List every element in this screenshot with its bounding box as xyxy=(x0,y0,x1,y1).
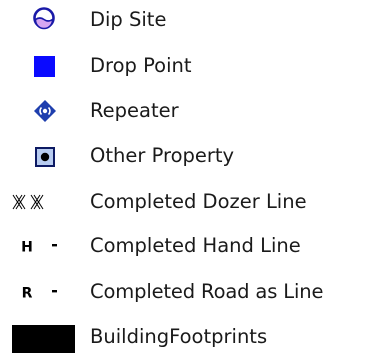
legend-item-completed-road-as-line: R Completed Road as Line xyxy=(0,272,380,312)
legend-item-completed-hand-line: H Completed Hand Line xyxy=(0,226,380,266)
legend-item-completed-dozer-line: Completed Dozer Line xyxy=(0,182,380,222)
legend-item-repeater: Repeater xyxy=(0,91,380,131)
legend-label-dip-site: Dip Site xyxy=(90,8,167,31)
legend-item-drop-point: Drop Point xyxy=(0,46,380,86)
legend-item-other-property: Other Property xyxy=(0,136,380,176)
road-line-symbol-text: R xyxy=(22,286,33,302)
legend-label-repeater: Repeater xyxy=(90,99,179,122)
map-legend: Dip Site Drop Point Repeater Other Prope… xyxy=(0,0,380,363)
legend-label-building-footprints: BuildingFootprints xyxy=(90,325,268,348)
completed-hand-line-icon: H xyxy=(0,226,90,266)
legend-item-dip-site: Dip Site xyxy=(0,0,380,40)
completed-dozer-line-icon xyxy=(0,182,90,222)
completed-road-as-line-icon: R xyxy=(0,272,90,312)
legend-label-completed-dozer-line: Completed Dozer Line xyxy=(90,190,307,213)
other-property-icon xyxy=(0,136,90,176)
legend-label-other-property: Other Property xyxy=(90,144,235,167)
legend-label-completed-hand-line: Completed Hand Line xyxy=(90,234,301,257)
drop-point-icon xyxy=(0,46,90,86)
dip-site-icon xyxy=(0,0,90,40)
legend-label-drop-point: Drop Point xyxy=(90,54,192,77)
repeater-icon xyxy=(0,91,90,131)
building-footprints-icon xyxy=(0,317,90,357)
legend-label-completed-road-as-line: Completed Road as Line xyxy=(90,280,324,303)
hand-line-symbol-text: H xyxy=(21,240,33,256)
legend-item-building-footprints: BuildingFootprints xyxy=(0,317,380,357)
